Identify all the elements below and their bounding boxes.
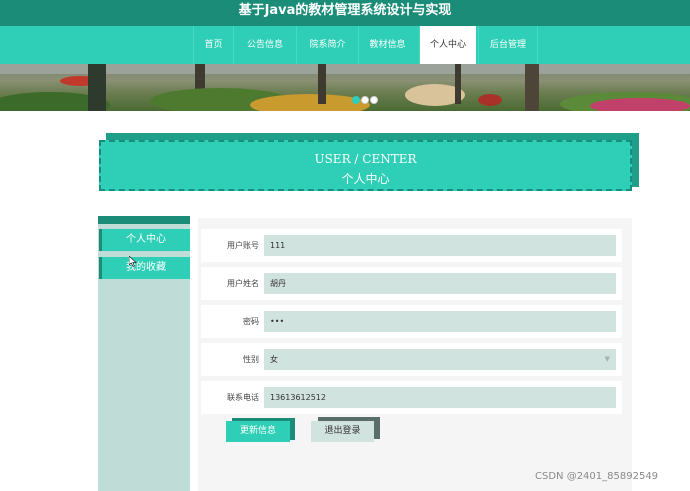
banner-carousel[interactable] [0, 64, 690, 111]
nav-item-announcements[interactable]: 公告信息 [233, 26, 296, 64]
banner-tree [455, 64, 461, 104]
sidebar-item-accent [99, 229, 102, 251]
name-label: 用户姓名 [227, 279, 259, 288]
banner-flowers [590, 98, 690, 111]
banner-figure [88, 64, 106, 111]
sidebar-item-favorites[interactable]: 我的收藏 [99, 257, 190, 279]
gender-select[interactable]: 女 ▼ [264, 349, 616, 370]
main-nav: 首页 公告信息 院系简介 教材信息 个人中心 后台管理 [0, 26, 690, 64]
banner-tree [525, 64, 539, 111]
gender-label: 性别 [243, 355, 259, 364]
name-input[interactable]: 胡丹 [264, 273, 616, 294]
mouse-cursor-icon [129, 256, 137, 267]
form-row-phone: 联系电话 13613612512 [201, 381, 622, 414]
account-input[interactable]: 111 [264, 235, 616, 256]
carousel-dot[interactable] [370, 96, 378, 104]
sidebar-item-personal-center[interactable]: 个人中心 [99, 229, 190, 251]
form-row-name: 用户姓名 胡丹 [201, 267, 622, 300]
site-title: 基于Java的教材管理系统设计与实现 [0, 0, 690, 26]
chevron-down-icon: ▼ [604, 355, 610, 363]
center-title-cn: 个人中心 [341, 172, 390, 186]
password-label: 密码 [243, 317, 259, 326]
update-info-button[interactable]: 更新信息 [226, 421, 290, 442]
carousel-dot[interactable] [361, 96, 369, 104]
form-row-password: 密码 ••• [201, 305, 622, 338]
sidebar-item-label: 个人中心 [126, 234, 166, 245]
phone-input[interactable]: 13613612512 [264, 387, 616, 408]
phone-label: 联系电话 [227, 393, 259, 402]
sidebar-item-accent [99, 257, 102, 279]
form-row-gender: 性别 女 ▼ [201, 343, 622, 376]
center-title-en: USER / CENTER [314, 152, 417, 166]
banner-tree [318, 64, 326, 104]
logout-button[interactable]: 退出登录 [311, 421, 374, 442]
sidebar-header-bar [98, 216, 190, 224]
center-banner: USER / CENTER 个人中心 [99, 140, 632, 191]
banner-bench [478, 94, 502, 106]
carousel-dot[interactable] [352, 96, 360, 104]
nav-item-home[interactable]: 首页 [193, 26, 233, 64]
gender-value: 女 [270, 355, 278, 364]
nav-item-admin[interactable]: 后台管理 [478, 26, 538, 64]
nav-item-textbooks[interactable]: 教材信息 [358, 26, 416, 64]
password-input[interactable]: ••• [264, 311, 616, 332]
nav-item-departments[interactable]: 院系简介 [296, 26, 358, 64]
account-label: 用户账号 [227, 241, 259, 250]
nav-item-personal-center[interactable]: 个人中心 [419, 26, 476, 64]
form-row-account: 用户账号 111 [201, 229, 622, 262]
watermark: CSDN @2401_85892549 [535, 471, 659, 482]
